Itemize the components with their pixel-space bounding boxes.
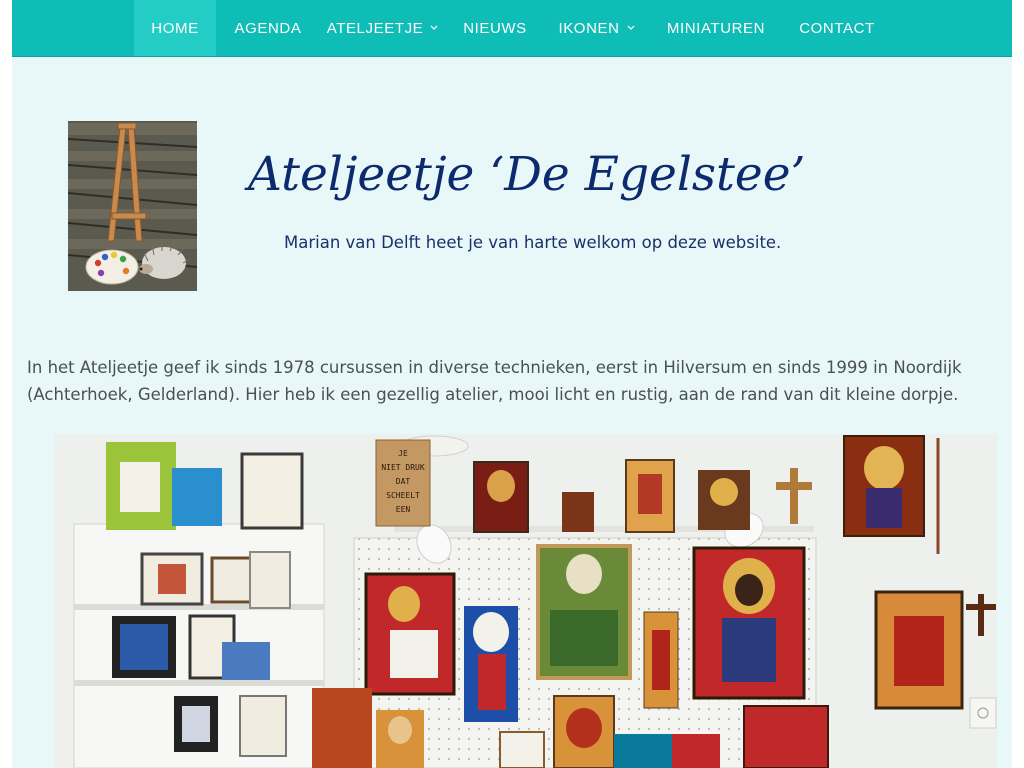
page: HOME AGENDA ATELJEETJE NIEUWS IKONEN MIN… bbox=[12, 0, 1012, 768]
chevron-down-icon bbox=[430, 25, 438, 30]
svg-text:NIET DRUK: NIET DRUK bbox=[381, 463, 425, 472]
nav-item-nieuws[interactable]: NIEUWS bbox=[446, 0, 544, 56]
nav-item-ikonen[interactable]: IKONEN bbox=[544, 0, 650, 56]
nav-label: AGENDA bbox=[234, 19, 302, 37]
atelier-photo: JE NIET DRUK DAT SCHEELT EEN bbox=[54, 434, 997, 768]
easel-hedgehog-illustration bbox=[68, 121, 197, 291]
nav-label: MINIATUREN bbox=[666, 19, 766, 37]
logo-image bbox=[68, 121, 197, 291]
svg-text:EEN: EEN bbox=[396, 505, 411, 514]
nav-item-miniaturen[interactable]: MINIATUREN bbox=[650, 0, 782, 56]
nav-label: IKONEN bbox=[558, 19, 620, 37]
intro-paragraph: In het Ateljeetje geef ik sinds 1978 cur… bbox=[27, 357, 962, 404]
nav-label: NIEUWS bbox=[463, 19, 527, 37]
nav-item-contact[interactable]: CONTACT bbox=[782, 0, 892, 56]
sign-text: JE bbox=[398, 449, 408, 458]
nav-item-ateljeetje[interactable]: ATELJEETJE bbox=[320, 0, 446, 56]
nav-label: CONTACT bbox=[799, 19, 875, 37]
site-tagline: Marian van Delft heet je van harte welko… bbox=[284, 233, 782, 252]
svg-text:DAT: DAT bbox=[396, 477, 411, 486]
chevron-down-icon bbox=[627, 25, 634, 30]
atelier-wall-illustration: JE NIET DRUK DAT SCHEELT EEN bbox=[54, 434, 997, 768]
main-nav: HOME AGENDA ATELJEETJE NIEUWS IKONEN MIN… bbox=[12, 0, 1012, 57]
nav-item-home[interactable]: HOME bbox=[134, 0, 216, 56]
nav-label: HOME bbox=[151, 19, 199, 37]
nav-label: ATELJEETJE bbox=[326, 19, 424, 37]
site-title: Ateljeetje ‘De Egelstee’ bbox=[248, 147, 806, 202]
svg-text:SCHEELT: SCHEELT bbox=[386, 491, 420, 500]
nav-item-agenda[interactable]: AGENDA bbox=[216, 0, 320, 56]
